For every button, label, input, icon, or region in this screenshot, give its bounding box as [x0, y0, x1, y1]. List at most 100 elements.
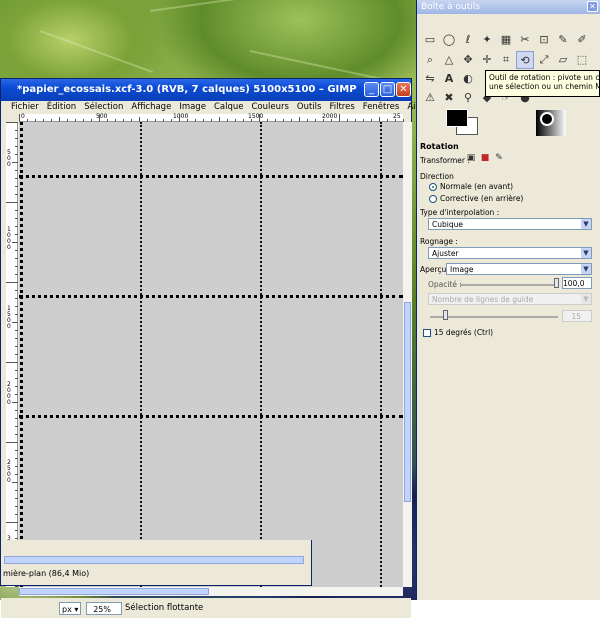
window-title-text: *papier_ecossais.xcf-3.0 (RVB, 7 calques…: [17, 84, 357, 95]
transform-layer-icon[interactable]: ▣: [465, 152, 477, 164]
selection-border: [260, 122, 262, 587]
interpolation-label: Type d'interpolation :: [420, 208, 500, 217]
menubar: Fichier Édition Sélection Affichage Imag…: [1, 101, 426, 114]
flip-icon[interactable]: ⇋: [421, 70, 439, 88]
perspective-icon[interactable]: ⬚: [573, 51, 591, 69]
image-canvas[interactable]: [19, 122, 403, 587]
text-icon[interactable]: A: [440, 70, 458, 88]
tooltip-line: une sélection ou un chemin Ma: [489, 82, 600, 91]
ellipse-select-icon[interactable]: ◯: [440, 31, 458, 49]
guides-count-spin[interactable]: 15: [562, 310, 592, 322]
transform-selection-icon[interactable]: ■: [479, 152, 491, 164]
ruler-tick: [259, 114, 260, 122]
ruler-label: 1000: [7, 226, 11, 251]
menu-view[interactable]: Affichage: [127, 101, 175, 114]
guides-slider-track[interactable]: [430, 316, 558, 318]
close-button[interactable]: ✕: [587, 1, 598, 12]
toolbox-title: Boîte à outils: [417, 0, 600, 14]
horizontal-scrollbar[interactable]: [4, 556, 304, 564]
shear-icon[interactable]: ▱: [554, 51, 572, 69]
guides-slider-knob[interactable]: [443, 310, 448, 320]
ruler-label: 0: [21, 113, 25, 120]
maximize-button[interactable]: □: [380, 82, 395, 97]
transform-path-icon[interactable]: ✎: [493, 152, 505, 164]
move-icon[interactable]: ✥: [459, 51, 477, 69]
guides-select[interactable]: Nombre de lignes de guide ▼: [428, 293, 592, 305]
ruler-tick: [15, 530, 18, 531]
horizontal-scrollbar[interactable]: [19, 587, 403, 596]
menu-layer[interactable]: Calque: [210, 101, 248, 114]
ruler-tick: [15, 226, 18, 227]
scissors-icon[interactable]: ✂: [516, 31, 534, 49]
measure-icon[interactable]: △: [440, 51, 458, 69]
ruler-tick: [15, 354, 18, 355]
direction-corrective-radio[interactable]: [429, 195, 437, 203]
ruler-tick: [6, 122, 18, 123]
ruler-tick: [15, 418, 18, 419]
airbrush-icon[interactable]: ⚠: [421, 89, 439, 107]
unit-select[interactable]: px ▾: [59, 602, 81, 615]
ruler-tick: [339, 114, 340, 122]
zoom-select[interactable]: 25%: [86, 602, 122, 615]
lasso-icon[interactable]: ℓ: [459, 31, 477, 49]
paths-icon[interactable]: ✎: [554, 31, 572, 49]
opacity-spin[interactable]: 100,0: [562, 277, 592, 289]
direction-label: Direction: [420, 172, 454, 181]
clipping-select[interactable]: Ajuster ▼: [428, 247, 592, 259]
opacity-slider-track[interactable]: [460, 284, 556, 286]
clone-icon[interactable]: ⚲: [459, 89, 477, 107]
interpolation-select[interactable]: Cubique ▼: [428, 218, 592, 230]
ruler-tick: [15, 514, 18, 515]
ruler-tick: [15, 250, 18, 251]
ruler-tick: [15, 210, 18, 211]
ruler-tick: [15, 266, 18, 267]
ruler-tick: [15, 434, 18, 435]
direction-normal-radio[interactable]: [429, 183, 437, 191]
magic-wand-icon[interactable]: ✦: [478, 31, 496, 49]
brush-preview-icon[interactable]: [540, 112, 554, 126]
guides-value: Nombre de lignes de guide: [432, 295, 534, 304]
ruler-tick: [15, 298, 18, 299]
guides-count-value: 15: [571, 312, 581, 321]
crop-icon[interactable]: ⌗: [497, 51, 515, 69]
ruler-tick: [15, 170, 18, 171]
ruler-tick: [19, 114, 20, 122]
image-window: *papier_ecossais.xcf-3.0 (RVB, 7 calques…: [0, 78, 426, 618]
scale-icon[interactable]: ⤢: [535, 51, 553, 69]
selection-border: [19, 175, 403, 178]
preview-select[interactable]: Image ▼: [446, 263, 592, 275]
heal-icon[interactable]: ✖: [440, 89, 458, 107]
minimize-button[interactable]: _: [364, 82, 379, 97]
unit-value: px: [62, 605, 72, 614]
horizontal-ruler[interactable]: 0 500 1000 1500 2000 25: [19, 113, 404, 122]
rect-select-icon[interactable]: ▭: [421, 31, 439, 49]
snap-15-checkbox[interactable]: [423, 329, 431, 337]
ruler-tick: [15, 394, 18, 395]
foreground-select-icon[interactable]: ⊡: [535, 31, 553, 49]
chevron-down-icon: ▼: [581, 248, 591, 258]
ruler-tick: [6, 522, 18, 523]
color-picker-icon[interactable]: ✐: [573, 31, 591, 49]
zoom-icon[interactable]: ⌕: [421, 51, 439, 69]
select-by-color-icon[interactable]: ▦: [497, 31, 515, 49]
ruler-label: 500: [7, 149, 11, 168]
close-button[interactable]: ✕: [396, 82, 411, 97]
bucket-fill-icon[interactable]: ◐: [459, 70, 477, 88]
scroll-thumb[interactable]: [404, 302, 411, 502]
rotate-icon[interactable]: ⟲: [516, 51, 534, 69]
ruler-tick: [15, 386, 18, 387]
menu-edit[interactable]: Édition: [43, 101, 80, 114]
opacity-slider-knob[interactable]: [554, 278, 559, 288]
vertical-scrollbar[interactable]: [403, 122, 412, 587]
selection-border: [19, 415, 403, 418]
ruler-tick: [15, 274, 18, 275]
direction-corrective-label: Corrective (en arrière): [440, 194, 524, 203]
vertical-ruler[interactable]: 500 1000 1500 2000 2500 3000: [6, 122, 18, 587]
ruler-tick: [15, 234, 18, 235]
align-icon[interactable]: ✛: [478, 51, 496, 69]
menu-tools[interactable]: Outils: [293, 101, 326, 114]
ruler-tick: [15, 498, 18, 499]
foreground-color-swatch[interactable]: [446, 109, 468, 127]
ruler-tick: [15, 330, 18, 331]
scroll-thumb[interactable]: [19, 588, 209, 595]
